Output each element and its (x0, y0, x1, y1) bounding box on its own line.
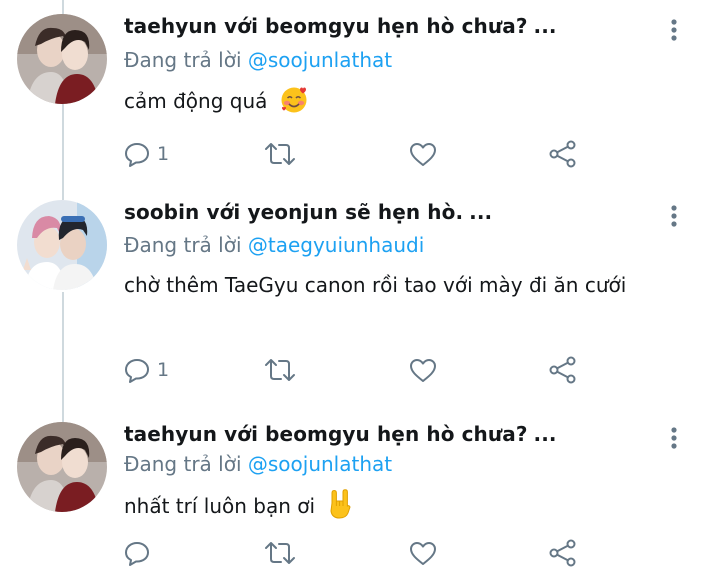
retweet-icon (265, 359, 295, 381)
like-icon (410, 143, 436, 166)
reply-button[interactable]: 1 (123, 354, 169, 386)
tweet-author[interactable]: soobin với yeonjun sẽ hẹn hò.... (124, 200, 492, 224)
author-name[interactable]: taehyun với beomgyu hẹn hò chưa? (124, 422, 528, 446)
share-button[interactable] (548, 537, 578, 569)
reply-button[interactable]: 1 (123, 138, 169, 170)
reply-handle-link[interactable]: @soojunlathat (248, 48, 392, 72)
reply-icon (125, 143, 149, 167)
reply-handle-link[interactable]: @taegyuiunhaudi (248, 233, 424, 257)
reply-count: 1 (157, 359, 170, 381)
tweet[interactable]: taehyun với beomgyu hẹn hò chưa?... Đang… (0, 422, 720, 577)
tweet-actions: 1 (0, 354, 720, 386)
tweet-actions (0, 537, 720, 569)
share-button[interactable] (548, 138, 578, 170)
tweet-author[interactable]: taehyun với beomgyu hẹn hò chưa?... (124, 422, 557, 446)
share-icon (549, 140, 576, 168)
tweet-text: nhất trí luôn bạn ơi (124, 489, 684, 528)
tweet-text-content: cảm động quá (124, 89, 268, 113)
retweet-button[interactable] (263, 354, 297, 386)
avatar[interactable] (17, 422, 107, 512)
share-icon (549, 539, 576, 567)
avatar[interactable] (17, 200, 107, 290)
retweet-icon (265, 542, 295, 564)
like-icon (410, 542, 436, 565)
ellipsis: ... (533, 14, 557, 38)
tweet-text-content: nhất trí luôn bạn ơi (124, 494, 316, 518)
reply-icon (125, 542, 149, 566)
like-button[interactable] (408, 138, 438, 170)
reply-button[interactable] (123, 537, 157, 569)
reply-handle-link[interactable]: @soojunlathat (248, 452, 392, 476)
reply-count: 1 (157, 143, 170, 165)
share-icon (549, 356, 576, 384)
author-name[interactable]: taehyun với beomgyu hẹn hò chưa? (124, 14, 528, 38)
tweet-text-content: chờ thêm TaeGyu canon rồi tao với mày đi… (124, 273, 627, 297)
tweet-actions: 1 (0, 138, 720, 170)
tweet-text: cảm động quá (124, 86, 684, 123)
replying-to-label: Đang trả lời (124, 233, 242, 257)
ellipsis: ... (533, 422, 557, 446)
sign-of-the-horns-icon (327, 489, 353, 528)
more-vert-icon[interactable] (664, 16, 684, 46)
like-button[interactable] (408, 354, 438, 386)
tweet-author[interactable]: taehyun với beomgyu hẹn hò chưa?... (124, 14, 557, 38)
replying-to-label: Đang trả lời (124, 48, 242, 72)
replying-to-label: Đang trả lời (124, 452, 242, 476)
ellipsis: ... (469, 200, 493, 224)
like-button[interactable] (408, 537, 438, 569)
tweet-text: chờ thêm TaeGyu canon rồi tao với mày đi… (124, 270, 669, 301)
retweet-button[interactable] (263, 138, 297, 170)
retweet-icon (265, 143, 295, 165)
more-vert-icon[interactable] (664, 202, 684, 232)
tweet[interactable]: soobin với yeonjun sẽ hẹn hò.... Đang tr… (0, 200, 720, 390)
thread-line (62, 0, 64, 14)
reply-icon (125, 359, 149, 383)
like-icon (410, 359, 436, 382)
smiling-face-with-hearts-icon (280, 86, 308, 123)
reply-thread: taehyun với beomgyu hẹn hò chưa?... Đang… (0, 0, 720, 577)
replying-to: Đang trả lời @soojunlathat (124, 452, 392, 476)
retweet-button[interactable] (263, 537, 297, 569)
replying-to: Đang trả lời @soojunlathat (124, 48, 392, 72)
avatar[interactable] (17, 14, 107, 104)
replying-to: Đang trả lời @taegyuiunhaudi (124, 233, 424, 257)
share-button[interactable] (548, 354, 578, 386)
author-name[interactable]: soobin với yeonjun sẽ hẹn hò. (124, 200, 463, 224)
tweet[interactable]: taehyun với beomgyu hẹn hò chưa?... Đang… (0, 14, 720, 192)
more-vert-icon[interactable] (664, 424, 684, 454)
